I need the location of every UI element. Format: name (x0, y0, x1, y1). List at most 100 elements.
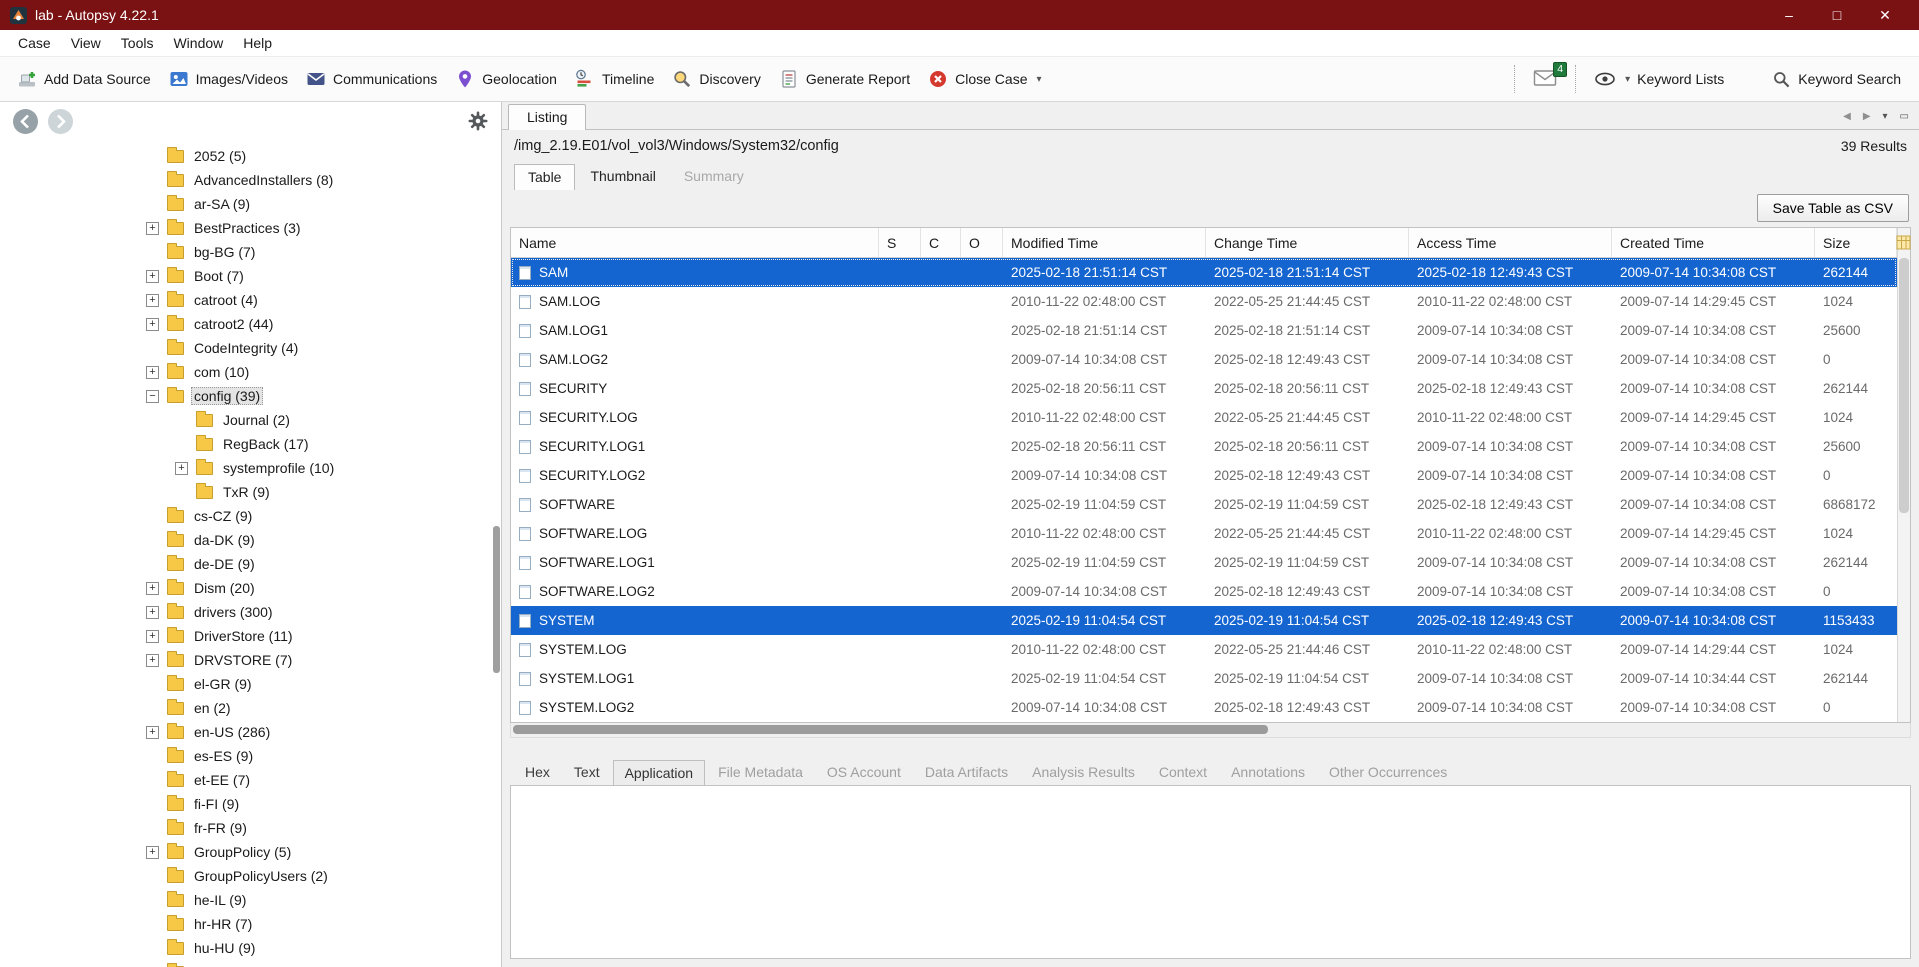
tree-item-config-39[interactable]: − config (39) (0, 384, 501, 408)
tree-item-hu-hu-9[interactable]: hu-HU (9) (0, 936, 501, 960)
tree-item-hr-hr-7[interactable]: hr-HR (7) (0, 912, 501, 936)
table-row-software-log[interactable]: SOFTWARE.LOG 2010-11-22 02:48:00 CST 2022-… (511, 519, 1897, 548)
view-tab-table[interactable]: Table (514, 164, 576, 190)
tree-item-codeintegrity-4[interactable]: CodeIntegrity (4) (0, 336, 501, 360)
menu-window[interactable]: Window (163, 32, 233, 54)
table-row-security-log2[interactable]: SECURITY.LOG2 2009-07-14 10:34:08 CST 2025… (511, 461, 1897, 490)
timeline-button[interactable]: Timeline (566, 62, 663, 96)
table-row-sam[interactable]: SAM 2025-02-18 21:51:14 CST 2025-02-18 21:… (511, 258, 1897, 287)
table-row-software[interactable]: SOFTWARE 2025-02-19 11:04:59 CST 2025-02-1… (511, 490, 1897, 519)
communications-button[interactable]: Communications (297, 62, 446, 96)
tree-item-journal-2[interactable]: Journal (2) (0, 408, 501, 432)
inbox-button[interactable]: 4 (1523, 61, 1568, 97)
column-settings-icon[interactable] (1896, 235, 1911, 250)
close-button[interactable]: ✕ (1861, 3, 1909, 28)
table-row-sam-log2[interactable]: SAM.LOG2 2009-07-14 10:34:08 CST 2025-02-1… (511, 345, 1897, 374)
column-header-name[interactable]: Name (511, 228, 879, 257)
keyword-lists-button[interactable]: ▾ Keyword Lists (1584, 64, 1734, 94)
tree-item-en-us-286[interactable]: + en-US (286) (0, 720, 501, 744)
table-row-sam-log1[interactable]: SAM.LOG1 2025-02-18 21:51:14 CST 2025-02-1… (511, 316, 1897, 345)
tree-item-en-2[interactable]: en (2) (0, 696, 501, 720)
expand-plus-icon[interactable]: + (146, 365, 159, 379)
discovery-button[interactable]: Discovery (663, 62, 769, 96)
tree-item-bg-bg-7[interactable]: bg-BG (7) (0, 240, 501, 264)
back-button[interactable] (12, 108, 39, 135)
table-horizontal-scrollbar-thumb[interactable] (513, 725, 1269, 734)
table-row-system-log2[interactable]: SYSTEM.LOG2 2009-07-14 10:34:08 CST 2025-0… (511, 693, 1897, 722)
tree-item-advancedinstallers-8[interactable]: AdvancedInstallers (8) (0, 168, 501, 192)
geolocation-button[interactable]: Geolocation (446, 62, 566, 96)
tree-item-systemprofile-10[interactable]: + systemprofile (10) (0, 456, 501, 480)
expand-plus-icon[interactable]: + (146, 629, 159, 643)
column-header-size[interactable]: Size (1815, 228, 1897, 257)
tree-item-driverstore-11[interactable]: + DriverStore (11) (0, 624, 501, 648)
tree-item-regback-17[interactable]: RegBack (17) (0, 432, 501, 456)
tree-item-es-es-9[interactable]: es-ES (9) (0, 744, 501, 768)
viewer-tab-hex[interactable]: Hex (514, 760, 561, 785)
expand-plus-icon[interactable]: + (146, 605, 159, 619)
options-gear-button[interactable] (467, 110, 489, 132)
tree-item-da-dk-9[interactable]: da-DK (9) (0, 528, 501, 552)
tree-item-boot-7[interactable]: + Boot (7) (0, 264, 501, 288)
tab-list-icon[interactable]: ▾ (1883, 111, 1888, 122)
tree-item-fr-fr-9[interactable]: fr-FR (9) (0, 816, 501, 840)
table-horizontal-scrollbar[interactable] (510, 723, 1911, 738)
tab-listing[interactable]: Listing (508, 104, 587, 130)
tree-item-grouppolicyusers-2[interactable]: GroupPolicyUsers (2) (0, 864, 501, 888)
tree-item-drvstore-7[interactable]: + DRVSTORE (7) (0, 648, 501, 672)
tab-scroll-left-icon[interactable]: ◀ (1843, 111, 1851, 122)
expand-plus-icon[interactable]: + (146, 725, 159, 739)
column-header-s[interactable]: S (879, 228, 921, 257)
column-header-o[interactable]: O (961, 228, 1003, 257)
expand-plus-icon[interactable]: + (146, 293, 159, 307)
expand-plus-icon[interactable]: + (175, 461, 188, 475)
tree-item-2052-5[interactable]: 2052 (5) (0, 144, 501, 168)
table-row-sam-log[interactable]: SAM.LOG 2010-11-22 02:48:00 CST 2022-05-25… (511, 287, 1897, 316)
column-header-change-time[interactable]: Change Time (1206, 228, 1409, 257)
table-row-software-log2[interactable]: SOFTWARE.LOG2 2009-07-14 10:34:08 CST 2025… (511, 577, 1897, 606)
tree-item-dism-20[interactable]: + Dism (20) (0, 576, 501, 600)
expand-plus-icon[interactable]: + (146, 845, 159, 859)
tree-item-ar-sa-9[interactable]: ar-SA (9) (0, 192, 501, 216)
expand-plus-icon[interactable]: + (146, 317, 159, 331)
table-row-security-log[interactable]: SECURITY.LOG 2010-11-22 02:48:00 CST 2022-… (511, 403, 1897, 432)
table-row-system-log1[interactable]: SYSTEM.LOG1 2025-02-19 11:04:54 CST 2025-0… (511, 664, 1897, 693)
table-row-system[interactable]: SYSTEM 2025-02-19 11:04:54 CST 2025-02-19 … (511, 606, 1897, 635)
tab-maximize-icon[interactable]: ▭ (1900, 111, 1909, 122)
column-header-c[interactable]: C (921, 228, 961, 257)
table-row-system-log[interactable]: SYSTEM.LOG 2010-11-22 02:48:00 CST 2022-05… (511, 635, 1897, 664)
tree-item-et-ee-7[interactable]: et-EE (7) (0, 768, 501, 792)
generate-report-button[interactable]: Generate Report (770, 62, 919, 96)
images-videos-button[interactable]: Images/Videos (160, 62, 297, 96)
expand-plus-icon[interactable]: + (146, 269, 159, 283)
tree-item-bestpractices-3[interactable]: + BestPractices (3) (0, 216, 501, 240)
tree-scrollbar-thumb[interactable] (493, 526, 500, 673)
table-row-security-log1[interactable]: SECURITY.LOG1 2025-02-18 20:56:11 CST 2025… (511, 432, 1897, 461)
tree-item-catroot2-44[interactable]: + catroot2 (44) (0, 312, 501, 336)
tree-item-grouppolicy-5[interactable]: + GroupPolicy (5) (0, 840, 501, 864)
minimize-button[interactable]: – (1765, 3, 1813, 27)
table-row-software-log1[interactable]: SOFTWARE.LOG1 2025-02-19 11:04:59 CST 2025… (511, 548, 1897, 577)
menu-case[interactable]: Case (8, 32, 61, 54)
collapse-minus-icon[interactable]: − (146, 389, 159, 403)
tree-item-de-de-9[interactable]: de-DE (9) (0, 552, 501, 576)
tree-item-he-il-9[interactable]: he-IL (9) (0, 888, 501, 912)
table-vertical-scrollbar[interactable] (1897, 228, 1910, 722)
expand-plus-icon[interactable]: + (146, 221, 159, 235)
tree-item-fi-fi-9[interactable]: fi-FI (9) (0, 792, 501, 816)
table-row-security[interactable]: SECURITY 2025-02-18 20:56:11 CST 2025-02-1… (511, 374, 1897, 403)
save-table-as-csv-button[interactable]: Save Table as CSV (1756, 194, 1909, 222)
view-tab-thumbnail[interactable]: Thumbnail (577, 164, 668, 189)
tree-item-el-gr-9[interactable]: el-GR (9) (0, 672, 501, 696)
menu-view[interactable]: View (61, 32, 111, 54)
close-case-button[interactable]: Close Case ▾ (919, 62, 1050, 96)
table-vertical-scrollbar-thumb[interactable] (1899, 258, 1909, 513)
menu-tools[interactable]: Tools (111, 32, 164, 54)
tab-scroll-right-icon[interactable]: ▶ (1863, 111, 1871, 122)
tree-item-drivers-300[interactable]: + drivers (300) (0, 600, 501, 624)
viewer-tab-application[interactable]: Application (612, 760, 706, 786)
column-header-access-time[interactable]: Access Time (1409, 228, 1612, 257)
tree-item-com-10[interactable]: + com (10) (0, 360, 501, 384)
add-data-source-button[interactable]: Add Data Source (8, 62, 160, 96)
forward-button[interactable] (47, 108, 74, 135)
